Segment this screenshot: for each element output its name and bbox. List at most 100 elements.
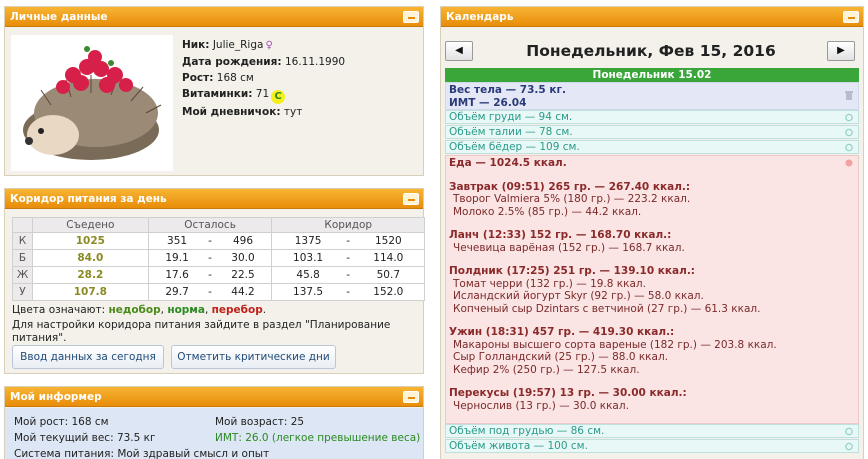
prev-day-button[interactable]: ◀ — [445, 41, 473, 61]
table-row: Б 84.0 19.1 - 30.0 103.1 - 114.0 — [12, 249, 425, 267]
enter-today-data-button[interactable]: Ввод данных за сегодня — [12, 345, 164, 369]
corner-cell — [12, 217, 33, 233]
informer-height: Мой рост: 168 см — [14, 416, 109, 428]
panel-header: Коридор питания за день — [5, 189, 423, 209]
cor-min: 137.5 — [271, 283, 344, 301]
panel-header: Мой информер — [5, 387, 423, 407]
panel-title: Календарь — [446, 11, 514, 23]
note-line-2: питания". — [12, 332, 67, 344]
trash-icon[interactable] — [845, 91, 853, 100]
cor-max: 152.0 — [352, 283, 425, 301]
meal-item: Кефир 2% (250 гр.) — 127.5 ккал. — [453, 363, 640, 376]
birth-value: 16.11.1990 — [284, 56, 346, 68]
vitamin-c-icon: C — [271, 90, 286, 104]
meal-item: Сыр Голландский (25 гр.) — 88.0 ккал. — [453, 351, 669, 363]
table-row: К 1025 351 - 496 1375 - 1520 — [12, 232, 425, 250]
dash: - — [205, 283, 215, 301]
birth-label: Дата рождения: — [182, 56, 282, 68]
dash: - — [343, 249, 353, 267]
measurement-entry[interactable]: Объём под грудью — 86 см. — [445, 424, 859, 438]
vitamins-label: Витаминки: — [182, 88, 253, 100]
measure-tape-icon — [845, 427, 853, 436]
left-max: 44.2 — [214, 283, 273, 301]
cor-min: 45.8 — [271, 266, 344, 284]
col-corridor: Коридор — [271, 217, 425, 233]
dash: - — [205, 266, 215, 284]
dash: - — [343, 266, 353, 284]
diary-link[interactable]: тут — [284, 106, 302, 118]
next-day-button[interactable]: ▶ — [827, 41, 855, 61]
row-label: У — [12, 283, 33, 301]
row-label: Ж — [12, 266, 33, 284]
cor-min: 1375 — [271, 232, 344, 250]
meal-title: Завтрак (09:51) 265 гр. — 267.40 ккал.: — [449, 180, 691, 193]
dash: - — [205, 249, 215, 267]
minimize-icon[interactable] — [403, 391, 419, 403]
measurement-entry[interactable]: Объём живота — 100 см. — [445, 439, 859, 453]
left-max: 30.0 — [214, 249, 273, 267]
my-informer-panel: Мой информер Мой рост: 168 см Мой возрас… — [4, 386, 424, 459]
eaten-value: 107.8 — [32, 283, 149, 301]
legend-under: недобор — [108, 304, 161, 316]
arrow-right-icon: ▶ — [837, 45, 845, 56]
corridor-table: Съедено Осталось Коридор К 1025 351 - 49… — [12, 217, 425, 301]
measurement-entry[interactable]: Объём талии — 78 см. — [445, 125, 859, 139]
cor-min: 103.1 — [271, 249, 344, 267]
color-legend: Цвета означают: недобор, норма, перебор. — [12, 304, 267, 316]
meal-item: Макароны высшего сорта вареные (182 гр.)… — [453, 338, 777, 351]
col-eaten: Съедено — [32, 217, 149, 233]
minimize-icon[interactable] — [403, 193, 419, 205]
day-header[interactable]: Понедельник 15.02 — [445, 68, 859, 82]
female-icon: ♀ — [265, 40, 273, 51]
height-value: 168 см — [216, 72, 254, 84]
mark-critical-days-button[interactable]: Отметить критические дни — [171, 345, 336, 369]
measurement-entry[interactable]: Объём груди — 94 см. — [445, 110, 859, 124]
personal-info: Ник: Julie_Riga ♀ Дата рождения: 16.11.19… — [182, 37, 345, 120]
measure-text: Объём бёдер — 109 см. — [449, 141, 580, 153]
nick-value[interactable]: Julie_Riga — [213, 39, 264, 51]
informer-body: Мой рост: 168 см Мой возраст: 25 Мой тек… — [5, 408, 423, 459]
bmi-line: ИМТ — 26.04 — [449, 97, 527, 109]
weight-entry[interactable]: Вес тела — 73.5 кг. ИМТ — 26.04 — [445, 82, 859, 110]
measure-tape-icon — [845, 113, 853, 122]
legend-over: перебор — [211, 304, 263, 316]
meal-item: Чернослив (13 гр.) — 30.0 ккал. — [453, 399, 629, 412]
corridor-note: Для настройки коридора питания зайдите в… — [12, 319, 420, 345]
measure-tape-icon — [845, 143, 853, 152]
hedgehog-avatar-image — [11, 35, 173, 171]
measure-text: Объём талии — 78 см. — [449, 126, 573, 138]
table-row: Ж 28.2 17.6 - 22.5 45.8 - 50.7 — [12, 266, 425, 284]
measure-tape-icon — [845, 442, 853, 451]
meal-title: Ужин (18:31) 457 гр. — 419.30 ккал.: — [449, 326, 675, 338]
left-min: 19.1 — [147, 249, 206, 267]
minimize-icon[interactable] — [403, 11, 419, 23]
meal-title: Полдник (17:25) 251 гр. — 139.10 ккал.: — [449, 265, 696, 277]
panel-title: Коридор питания за день — [10, 193, 167, 205]
informer-weight: Мой текущий вес: 73.5 кг — [14, 432, 156, 444]
minimize-icon[interactable] — [843, 11, 859, 23]
food-total: Еда — 1024.5 ккал. — [449, 157, 567, 169]
cor-max: 50.7 — [352, 266, 425, 284]
apple-icon — [845, 159, 853, 167]
arrow-left-icon: ◀ — [455, 45, 463, 56]
left-max: 22.5 — [214, 266, 273, 284]
panel-title: Личные данные — [10, 11, 108, 23]
dash: - — [343, 283, 353, 301]
informer-system: Система питания: Мой здравый смысл и опы… — [14, 448, 270, 459]
weight-line: Вес тела — 73.5 кг. — [449, 84, 566, 96]
nick-label: Ник: — [182, 39, 210, 51]
measure-text: Объём груди — 94 см. — [449, 111, 573, 123]
nutrition-corridor-panel: Коридор питания за день Съедено Осталось… — [4, 188, 425, 374]
legend-prefix: Цвета означают: — [12, 304, 106, 316]
food-entry[interactable]: Еда — 1024.5 ккал. Завтрак (09:51) 265 г… — [445, 155, 859, 424]
row-label: К — [12, 232, 33, 250]
eaten-value: 84.0 — [32, 249, 149, 267]
panel-header: Личные данные — [5, 7, 423, 27]
meal-title: Перекусы (19:57) 13 гр. — 30.00 ккал.: — [449, 387, 687, 399]
height-label: Рост: — [182, 72, 214, 84]
measurement-entry[interactable]: Объём бёдер — 109 см. — [445, 140, 859, 154]
measure-text: Объём живота — 100 см. — [449, 440, 588, 452]
table-row: У 107.8 29.7 - 44.2 137.5 - 152.0 — [12, 283, 425, 301]
dash: - — [205, 232, 215, 250]
personal-data-panel: Личные данные Ник: Julie_Riga ♀ Дата рожд… — [4, 6, 424, 176]
